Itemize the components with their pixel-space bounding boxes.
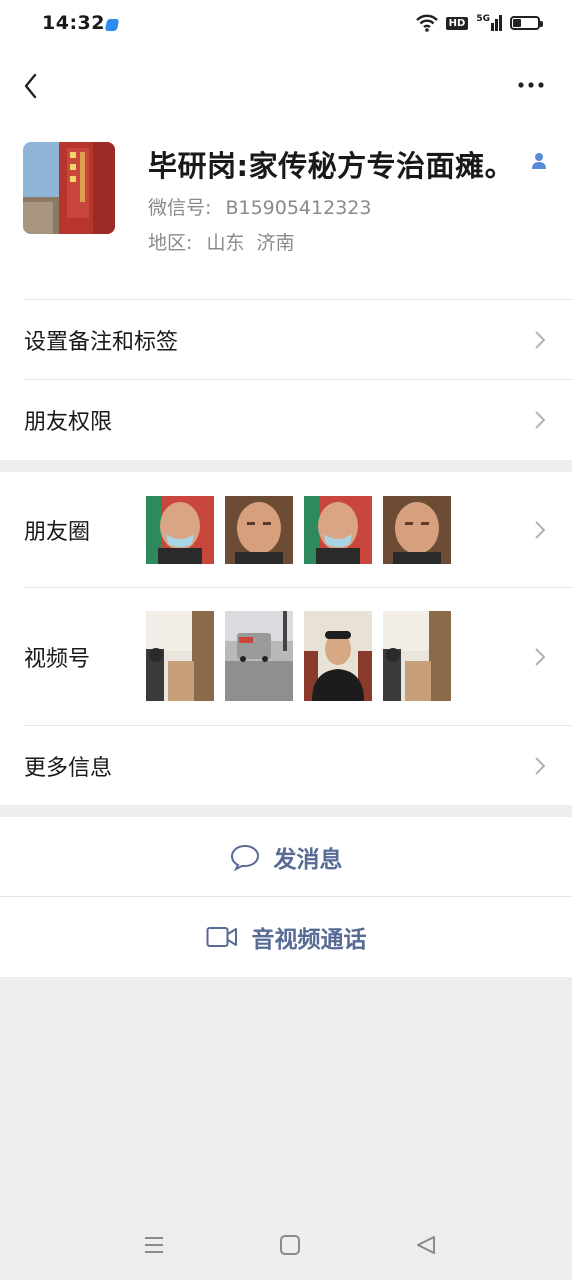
- chevron-right-icon: [535, 520, 546, 539]
- wifi-icon: [415, 14, 438, 32]
- moments-photo: [146, 496, 214, 564]
- chevron-right-icon: [535, 411, 546, 429]
- chevron-right-icon: [535, 756, 546, 775]
- channel-video-thumbnail: [225, 611, 293, 701]
- moments-row[interactable]: 朋友圈: [0, 472, 572, 587]
- channels-label: 视频号: [24, 646, 91, 672]
- network-type: 5G: [476, 14, 490, 24]
- video-call-label: 音视频通话: [251, 927, 367, 953]
- chevron-right-icon: [535, 330, 546, 349]
- male-icon: [532, 153, 546, 169]
- friend-permissions-row[interactable]: 朋友权限: [0, 380, 572, 460]
- remark-tags-label: 设置备注和标签: [24, 329, 179, 355]
- chat-bubble-icon: [230, 844, 259, 871]
- moments-thumbnails: [146, 496, 451, 564]
- channel-video-thumbnail: [146, 611, 214, 701]
- moments-label: 朋友圈: [24, 519, 91, 545]
- more-info-row[interactable]: 更多信息: [0, 726, 572, 805]
- hd-badge: HD: [445, 16, 469, 30]
- video-camera-icon: [206, 927, 237, 947]
- channels-row[interactable]: 视频号: [0, 588, 572, 725]
- menu-icon[interactable]: [143, 1234, 165, 1256]
- remark-tags-row[interactable]: 设置备注和标签: [0, 300, 572, 379]
- chevron-right-icon: [535, 647, 546, 666]
- moments-photo: [383, 496, 451, 564]
- wechat-id-label: 微信号:: [148, 197, 212, 219]
- home-icon[interactable]: [279, 1234, 301, 1256]
- send-message-label: 发消息: [273, 846, 343, 873]
- back-nav-icon[interactable]: [415, 1234, 437, 1256]
- video-call-button[interactable]: 音视频通话: [0, 897, 572, 977]
- profile-name: 毕研岗:家传秘方专治面瘫。: [148, 149, 515, 183]
- more-dots-icon[interactable]: [516, 72, 546, 98]
- wechat-id: B15905412323: [225, 197, 372, 219]
- avatar[interactable]: [23, 142, 115, 234]
- more-info-label: 更多信息: [24, 755, 113, 781]
- wechat-id-line: 微信号: B15905412323: [148, 193, 371, 220]
- battery-icon: [510, 16, 543, 30]
- region-line: 地区: 山东 济南: [148, 228, 295, 255]
- back-icon[interactable]: [18, 70, 46, 102]
- channel-video-thumbnail: [383, 611, 451, 701]
- channel-video-thumbnail: [304, 611, 372, 701]
- region: 山东 济南: [206, 232, 295, 254]
- signal-icon: 5G: [476, 15, 502, 31]
- moments-photo: [304, 496, 372, 564]
- status-icons: HD 5G: [415, 14, 543, 32]
- channels-thumbnails: [146, 611, 451, 701]
- send-message-button[interactable]: 发消息: [0, 817, 572, 896]
- status-time: 14:32: [42, 12, 105, 34]
- nav-bar: [0, 52, 572, 122]
- friend-permissions-label: 朋友权限: [24, 410, 113, 435]
- region-label: 地区:: [148, 232, 193, 254]
- moments-photo: [225, 496, 293, 564]
